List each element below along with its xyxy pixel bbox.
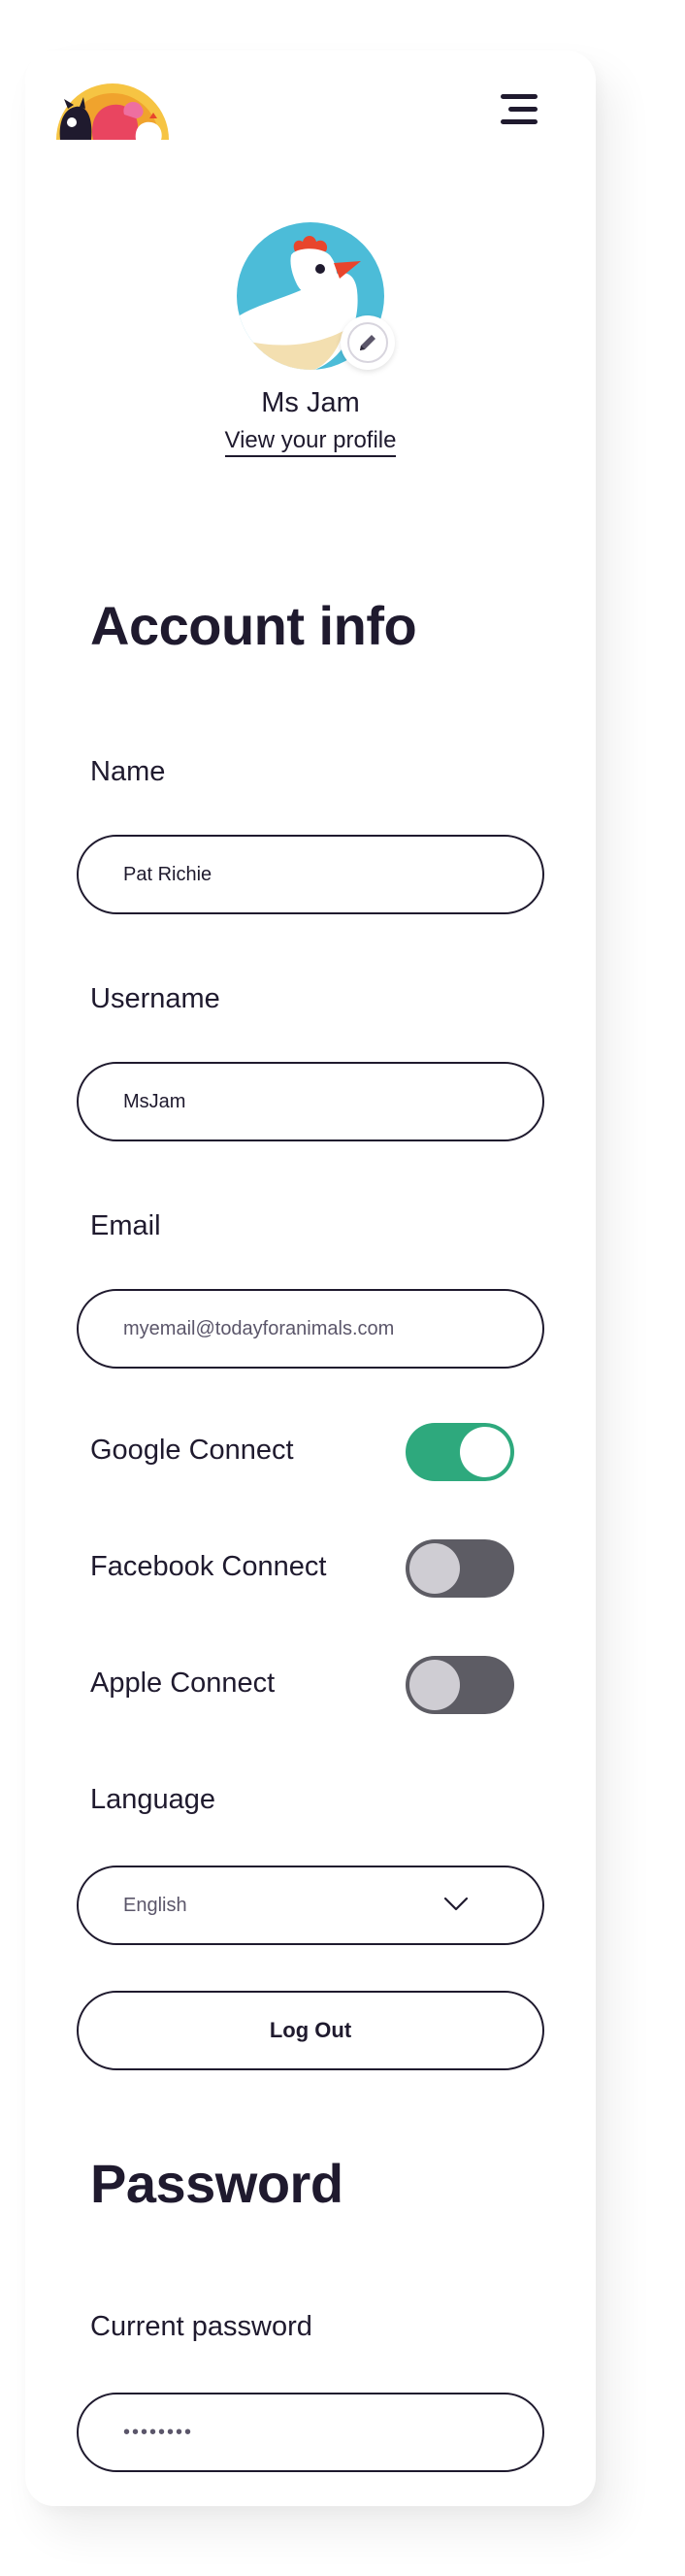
facebook-connect-toggle[interactable] [406,1539,514,1598]
pencil-icon [347,322,388,363]
toggle-knob [409,1660,460,1710]
username-label: Username [90,983,220,1014]
google-connect-label: Google Connect [90,1435,294,1466]
toggle-knob [460,1427,510,1477]
profile-name: Ms Jam [261,387,360,418]
current-password-field[interactable]: •••••••• [77,2393,544,2472]
language-value: English [123,1894,187,1916]
chevron-down-icon [443,1897,469,1911]
name-label: Name [90,756,166,787]
username-field[interactable]: MsJam [77,1062,544,1141]
email-label: Email [90,1210,161,1241]
apple-connect-label: Apple Connect [90,1668,276,1699]
account-info-heading: Account info [90,595,417,656]
facebook-connect-label: Facebook Connect [90,1551,327,1582]
current-password-label: Current password [90,2311,312,2342]
logout-button[interactable]: Log Out [77,1991,544,2070]
farm-animals-logo[interactable] [54,80,171,140]
name-field[interactable]: Pat Richie [77,835,544,914]
edit-avatar-button[interactable] [341,315,395,370]
google-connect-toggle[interactable] [406,1423,514,1481]
toggle-knob [409,1543,460,1594]
view-profile-link[interactable]: View your profile [224,427,397,457]
password-heading: Password [90,2153,343,2214]
apple-connect-toggle[interactable] [406,1656,514,1714]
language-select[interactable]: English [77,1866,544,1945]
language-label: Language [90,1784,216,1815]
hamburger-menu-icon[interactable] [501,92,539,127]
avatar [237,222,395,370]
account-settings-card: Ms Jam View your profile Account info Na… [25,50,596,2506]
email-field[interactable]: myemail@todayforanimals.com [77,1289,544,1369]
view-profile-link-wrap: View your profile [25,427,596,457]
